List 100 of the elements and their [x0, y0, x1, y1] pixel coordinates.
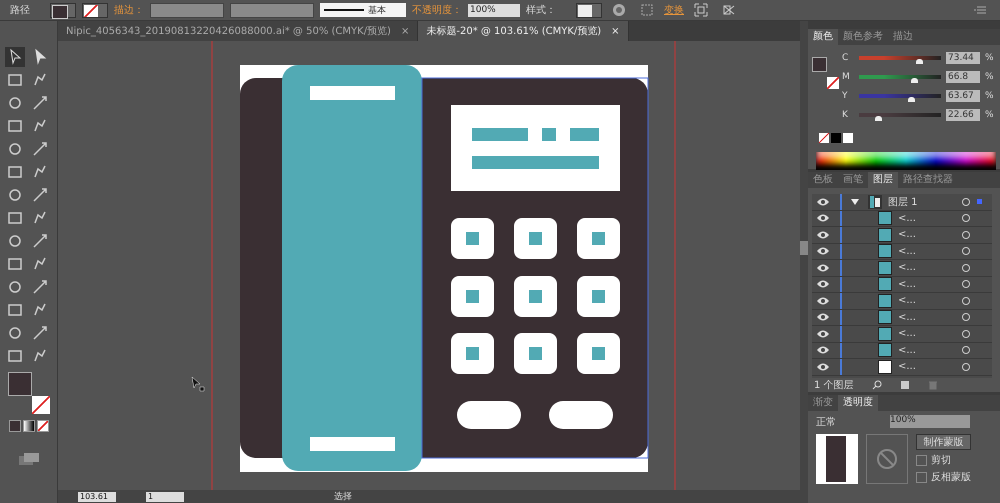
- object-type-label: 路径: [10, 4, 30, 17]
- stroke-color-swatch[interactable]: [32, 396, 50, 414]
- visibility-eye-icon[interactable]: [816, 312, 830, 322]
- style-swatch[interactable]: [576, 2, 602, 18]
- fill-swatch[interactable]: [50, 2, 76, 18]
- panel-tab[interactable]: 路径查找器: [898, 172, 958, 188]
- isolate-icon[interactable]: [694, 3, 708, 17]
- panel-tab[interactable]: 色板: [808, 172, 838, 188]
- fill-color-swatch[interactable]: [8, 372, 32, 396]
- panel-tab[interactable]: 图层: [868, 172, 898, 188]
- align-icon[interactable]: [640, 3, 654, 17]
- channel-value-field[interactable]: 63.67: [946, 90, 980, 102]
- new-layer-icon[interactable]: [900, 380, 910, 390]
- stroke-color-swatch[interactable]: [827, 77, 839, 89]
- visibility-eye-icon[interactable]: [816, 279, 830, 290]
- path-name[interactable]: <...: [898, 246, 962, 257]
- tool-status: 选择: [334, 490, 352, 503]
- target-circle-icon[interactable]: [962, 362, 970, 371]
- panel-tab[interactable]: 渐变: [808, 395, 838, 411]
- layer-count: 1 个图层: [814, 379, 854, 392]
- close-tab-button[interactable]: ×: [400, 26, 410, 36]
- channel-label: Y: [842, 91, 848, 101]
- fill-color-swatch[interactable]: [812, 57, 827, 72]
- panel-tab[interactable]: 颜色参考: [838, 29, 888, 45]
- visibility-eye-icon[interactable]: [816, 362, 830, 372]
- target-circle-icon[interactable]: [962, 313, 970, 322]
- search-icon[interactable]: [872, 380, 882, 390]
- layer-name[interactable]: 图层 1: [888, 194, 962, 209]
- opacity-field[interactable]: 100%: [890, 415, 970, 428]
- color-mode-button[interactable]: [8, 420, 20, 432]
- scrollbar-thumb[interactable]: [800, 241, 808, 255]
- target-circle-icon[interactable]: [962, 264, 970, 272]
- target-circle-icon[interactable]: [962, 198, 970, 206]
- visibility-eye-icon[interactable]: [816, 196, 830, 207]
- panel-tab[interactable]: 描边: [888, 29, 918, 45]
- none-swatch[interactable]: [818, 132, 830, 144]
- make-mask-button[interactable]: 制作蒙版: [916, 434, 971, 450]
- close-tab-button[interactable]: ×: [611, 26, 620, 36]
- channel-label: K: [842, 110, 849, 120]
- path-name[interactable]: <...: [898, 328, 962, 340]
- opacity-field[interactable]: 100%: [468, 4, 520, 16]
- expand-triangle-icon[interactable]: [850, 196, 860, 207]
- channel-label: M: [842, 72, 851, 82]
- target-circle-icon[interactable]: [962, 247, 970, 256]
- path-name[interactable]: <...: [898, 361, 962, 372]
- variable-width-dropdown[interactable]: [230, 2, 314, 18]
- path-name[interactable]: <...: [898, 229, 962, 240]
- visibility-eye-icon[interactable]: [816, 262, 830, 273]
- target-circle-icon[interactable]: [962, 280, 970, 288]
- percent-label: %: [985, 110, 994, 120]
- menu-icon[interactable]: [974, 5, 986, 15]
- panel-tab[interactable]: 透明度: [838, 395, 878, 411]
- visibility-eye-icon[interactable]: [816, 213, 830, 224]
- channel-value-field[interactable]: 73.44: [946, 52, 980, 64]
- path-name[interactable]: <...: [898, 212, 962, 224]
- path-name[interactable]: <...: [898, 262, 962, 274]
- blend-mode-dropdown[interactable]: 正常: [816, 415, 886, 428]
- recolor-icon[interactable]: [612, 3, 626, 17]
- target-circle-icon[interactable]: [962, 330, 970, 338]
- object-thumbnail: [816, 434, 858, 484]
- color-spectrum[interactable]: [816, 152, 996, 170]
- percent-label: %: [985, 72, 994, 82]
- stroke-profile-dropdown[interactable]: 基本: [320, 3, 406, 17]
- color-swatch[interactable]: [842, 132, 854, 144]
- target-circle-icon[interactable]: [962, 346, 970, 354]
- checkbox[interactable]: [916, 454, 927, 466]
- option-label: 反相蒙版: [931, 470, 971, 484]
- checkbox[interactable]: [916, 472, 927, 482]
- panel-tab[interactable]: 颜色: [808, 29, 838, 45]
- target-circle-icon[interactable]: [962, 214, 970, 222]
- stroke-weight-field[interactable]: [150, 2, 224, 18]
- none-mode-button[interactable]: [36, 420, 48, 432]
- channel-value-field[interactable]: 22.66: [946, 109, 980, 121]
- percent-label: %: [985, 53, 994, 63]
- option-label: 剪切: [931, 454, 951, 467]
- document-tab[interactable]: Nipic_4056343_20190813220426088000.ai* @ 50% (CMYK/预览) ×: [58, 21, 418, 41]
- panel-tab[interactable]: 画笔: [838, 172, 868, 188]
- visibility-eye-icon[interactable]: [816, 230, 830, 240]
- channel-label: C: [842, 53, 850, 63]
- visibility-eye-icon[interactable]: [816, 328, 830, 339]
- gradient-mode-button[interactable]: [22, 420, 34, 432]
- channel-value-field[interactable]: 66.8: [946, 71, 980, 83]
- style-label: 样式：: [526, 4, 556, 17]
- path-name[interactable]: <...: [898, 295, 962, 306]
- path-name[interactable]: <...: [898, 344, 962, 356]
- visibility-eye-icon[interactable]: [816, 246, 830, 256]
- zoom-field[interactable]: 103.61: [78, 492, 116, 502]
- path-name[interactable]: <...: [898, 278, 962, 290]
- selection-square-icon: [977, 199, 982, 204]
- cursor-icon: [192, 376, 204, 392]
- target-circle-icon[interactable]: [962, 230, 970, 239]
- visibility-eye-icon[interactable]: [816, 296, 830, 306]
- color-swatch[interactable]: [830, 132, 842, 144]
- screen-mode-icon[interactable]: [18, 452, 40, 466]
- stroke-swatch[interactable]: [82, 2, 108, 18]
- artboard-field[interactable]: 1: [146, 492, 184, 502]
- visibility-eye-icon[interactable]: [816, 345, 830, 356]
- target-circle-icon[interactable]: [962, 296, 970, 305]
- path-name[interactable]: <...: [898, 312, 962, 323]
- document-tab[interactable]: 未标题-20* @ 103.61% (CMYK/预览) ×: [418, 21, 629, 41]
